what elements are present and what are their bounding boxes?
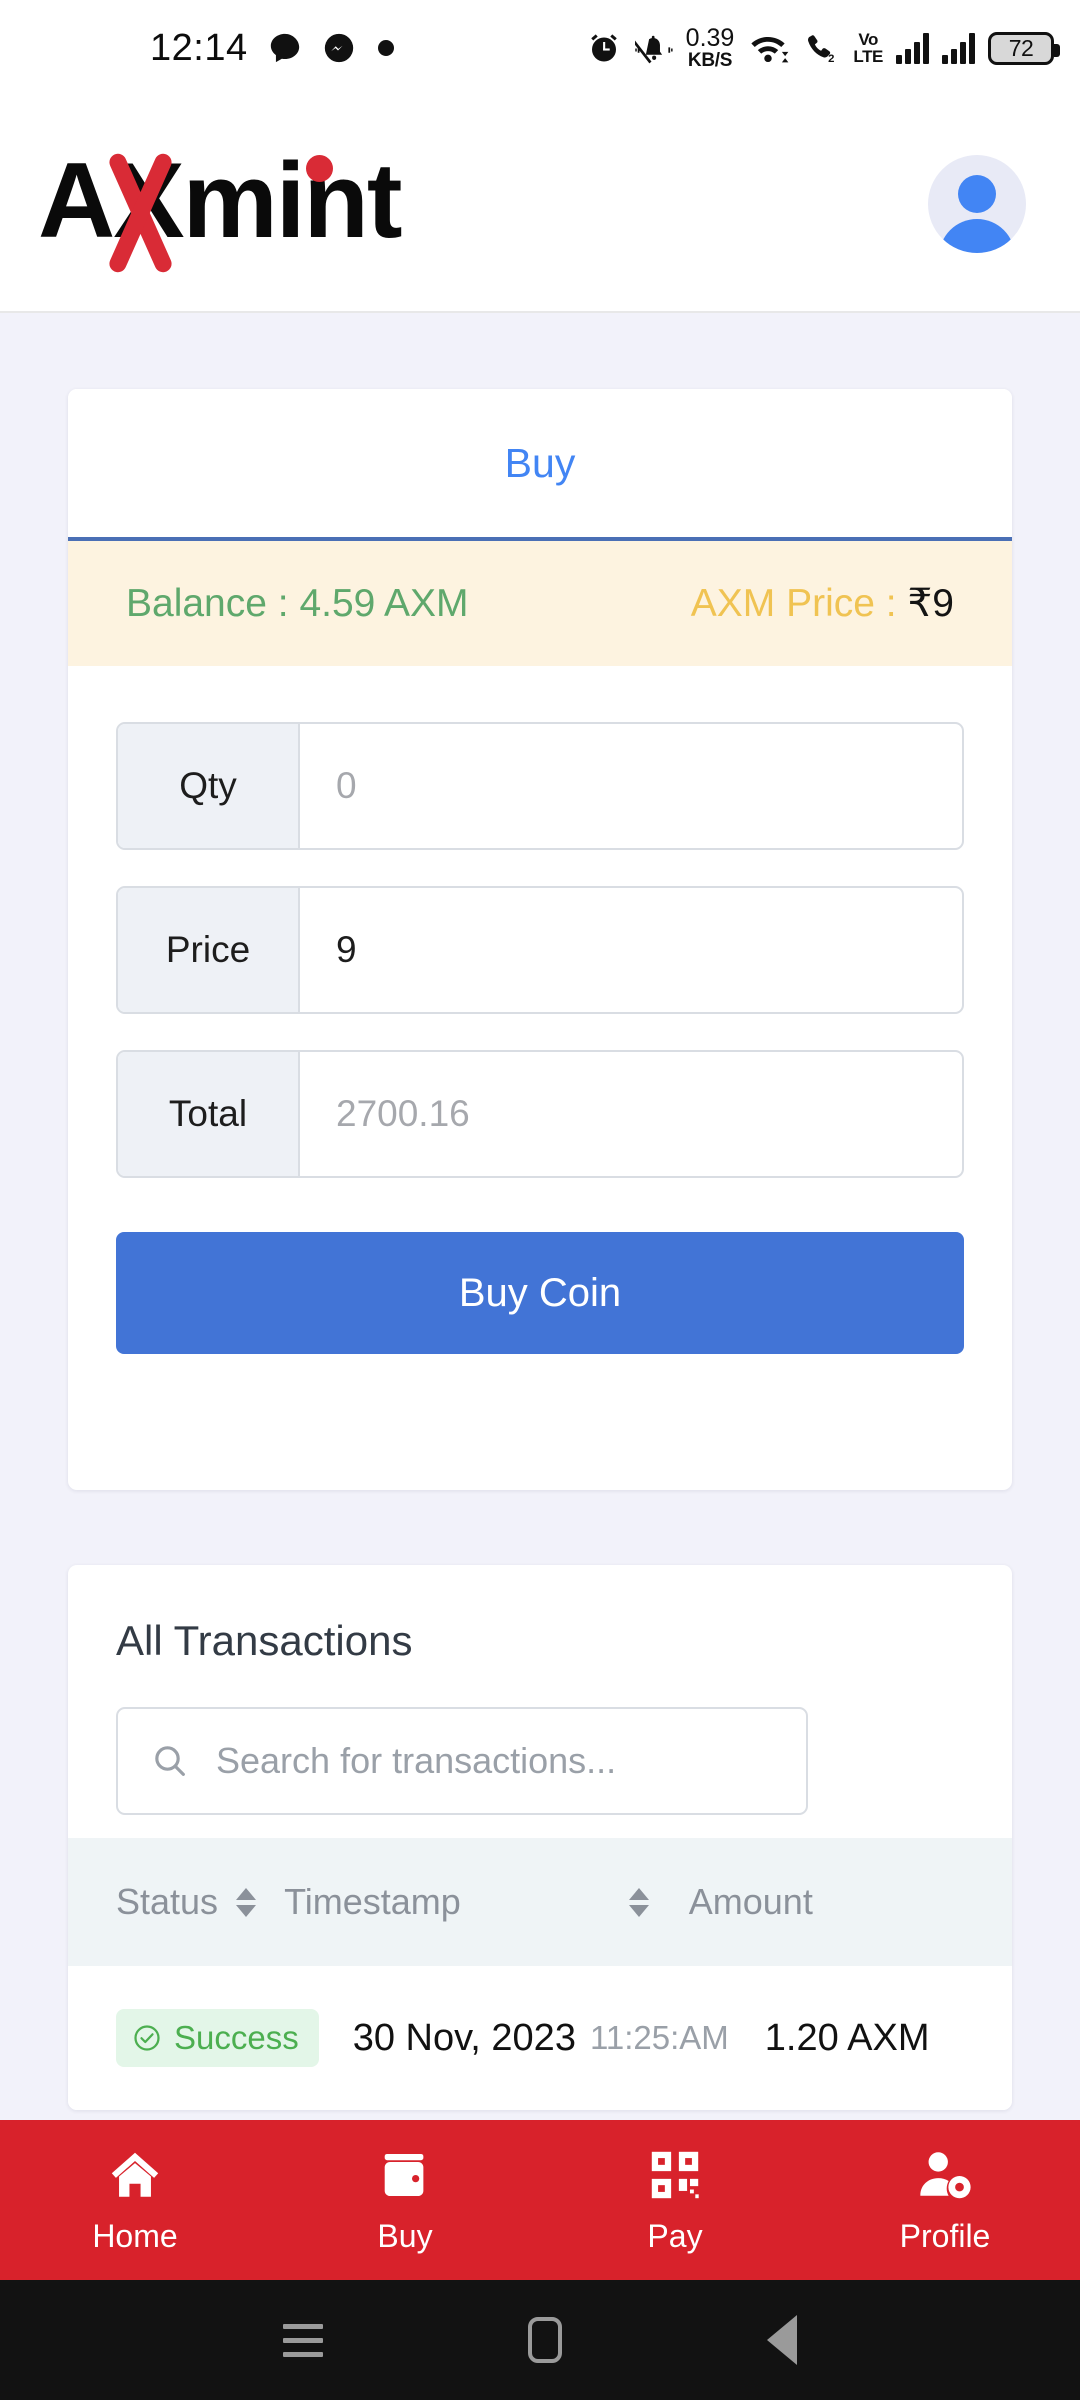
check-circle-icon — [134, 2025, 160, 2051]
app-logo[interactable]: AXmint — [34, 129, 484, 279]
avatar-body — [939, 218, 1015, 253]
status-badge-label: Success — [174, 2019, 299, 2056]
column-header-status-label: Status — [116, 1881, 219, 1922]
total-label: Total — [118, 1052, 300, 1176]
tab-buy[interactable]: Buy — [505, 440, 576, 487]
nav-item-profile-label: Profile — [899, 2217, 991, 2254]
buy-card: Buy Balance : 4.59 AXM AXM Price : ₹9 Qt… — [68, 389, 1012, 1490]
call-icon: 2 — [808, 35, 835, 65]
network-speed-indicator: 0.39 KB/S — [685, 24, 735, 71]
wallet-icon — [384, 2153, 424, 2196]
status-bar-right: 0.39 KB/S 2 Vo LTE 72 — [586, 24, 1060, 71]
phone-screen: 12:14 0.39 KB/S 2 Vo LTE 72 AXmint Buy B… — [0, 0, 1080, 2400]
column-header-timestamp[interactable]: Timestamp — [284, 1881, 649, 1923]
volte-line-1: Vo — [858, 29, 878, 49]
svg-text:2: 2 — [828, 53, 834, 65]
balance-label: Balance : 4.59 AXM — [126, 581, 469, 625]
sort-icon[interactable] — [236, 1887, 257, 1917]
status-bar: 12:14 0.39 KB/S 2 Vo LTE 72 — [0, 0, 1080, 96]
status-clock: 12:14 — [150, 26, 248, 69]
transactions-table-header: Status Timestamp Amount — [68, 1838, 1012, 1966]
network-speed-unit: KB/S — [687, 50, 733, 71]
column-header-amount[interactable]: Amount — [689, 1881, 813, 1923]
alarm-icon — [590, 34, 617, 62]
nav-item-home-label: Home — [92, 2217, 178, 2254]
transaction-time: 11:25:AM — [589, 2019, 729, 2056]
transactions-title: All Transactions — [116, 1617, 413, 1664]
column-header-amount-label: Amount — [688, 1881, 813, 1922]
home-pill-icon[interactable] — [527, 2317, 562, 2363]
bottom-navigation: Home Buy Pay Profile — [0, 2120, 1080, 2280]
nav-item-home[interactable]: Home — [0, 2146, 270, 2255]
network-speed-value: 0.39 — [685, 24, 735, 52]
mute-bell-icon — [634, 35, 673, 64]
volte-line-2: LTE — [853, 47, 883, 66]
back-triangle-icon[interactable] — [767, 2315, 798, 2365]
dot-icon — [377, 40, 394, 56]
axm-price-value: ₹9 — [907, 582, 954, 625]
battery-percent: 72 — [1008, 34, 1034, 61]
nav-item-profile[interactable]: Profile — [810, 2146, 1080, 2255]
qty-field[interactable]: Qty 0 — [116, 722, 964, 850]
axm-price-label: AXM Price : — [690, 582, 908, 625]
transactions-card: All Transactions Search for transactions… — [68, 1565, 1012, 2110]
transaction-amount: 1.20 AXM — [764, 2016, 930, 2059]
buy-coin-button[interactable]: Buy Coin — [116, 1232, 964, 1354]
nav-item-pay[interactable]: Pay — [540, 2146, 810, 2255]
nav-item-pay-label: Pay — [647, 2217, 703, 2254]
qty-input[interactable]: 0 — [300, 724, 962, 848]
sort-icon[interactable] — [628, 1887, 649, 1917]
qr-code-icon — [651, 2151, 699, 2198]
transaction-date: 30 Nov, 2023 — [352, 2016, 576, 2059]
app-header: AXmint — [0, 96, 1080, 313]
balance-bar: Balance : 4.59 AXM AXM Price : ₹9 — [68, 541, 1012, 666]
nav-item-buy-label: Buy — [377, 2217, 433, 2254]
logo-dot-icon — [306, 154, 333, 182]
qty-label: Qty — [118, 724, 300, 848]
total-field[interactable]: Total 2700.16 — [116, 1050, 964, 1178]
wifi-icon — [751, 37, 789, 63]
volte-icon: Vo LTE — [853, 29, 883, 66]
column-header-status[interactable]: Status — [116, 1881, 257, 1923]
search-placeholder: Search for transactions... — [216, 1740, 617, 1781]
home-icon — [111, 2152, 159, 2197]
status-bar-left: 12:14 — [150, 27, 396, 70]
price-label: Price — [118, 888, 300, 1012]
tab-bar: Buy — [68, 389, 1012, 541]
total-input[interactable]: 2700.16 — [300, 1052, 962, 1176]
signal-bars-icon — [942, 32, 975, 64]
search-input[interactable]: Search for transactions... — [116, 1707, 808, 1815]
android-system-nav — [0, 2280, 1080, 2400]
chat-bubble-icon — [270, 33, 299, 63]
recents-icon[interactable] — [282, 2323, 323, 2357]
logo-wordmark: AXmint — [38, 139, 402, 260]
user-settings-icon — [920, 2151, 971, 2198]
avatar-head — [958, 174, 996, 213]
table-row[interactable]: Success 30 Nov, 2023 11:25:AM 1.20 AXM — [68, 1966, 1012, 2110]
search-icon — [155, 1746, 185, 1776]
signal-bars-icon — [896, 32, 929, 64]
battery-icon: 72 — [988, 31, 1060, 65]
price-input[interactable]: 9 — [300, 888, 962, 1012]
avatar[interactable] — [928, 154, 1026, 253]
nav-item-buy[interactable]: Buy — [270, 2146, 540, 2255]
price-field[interactable]: Price 9 — [116, 886, 964, 1014]
status-badge: Success — [116, 2009, 319, 2067]
axm-price: AXM Price : ₹9 — [691, 581, 954, 626]
buy-form: Qty 0 Price 9 Total 2700.16 Buy Coin — [68, 666, 1012, 1354]
messenger-icon — [324, 33, 353, 63]
column-header-timestamp-label: Timestamp — [284, 1881, 461, 1922]
